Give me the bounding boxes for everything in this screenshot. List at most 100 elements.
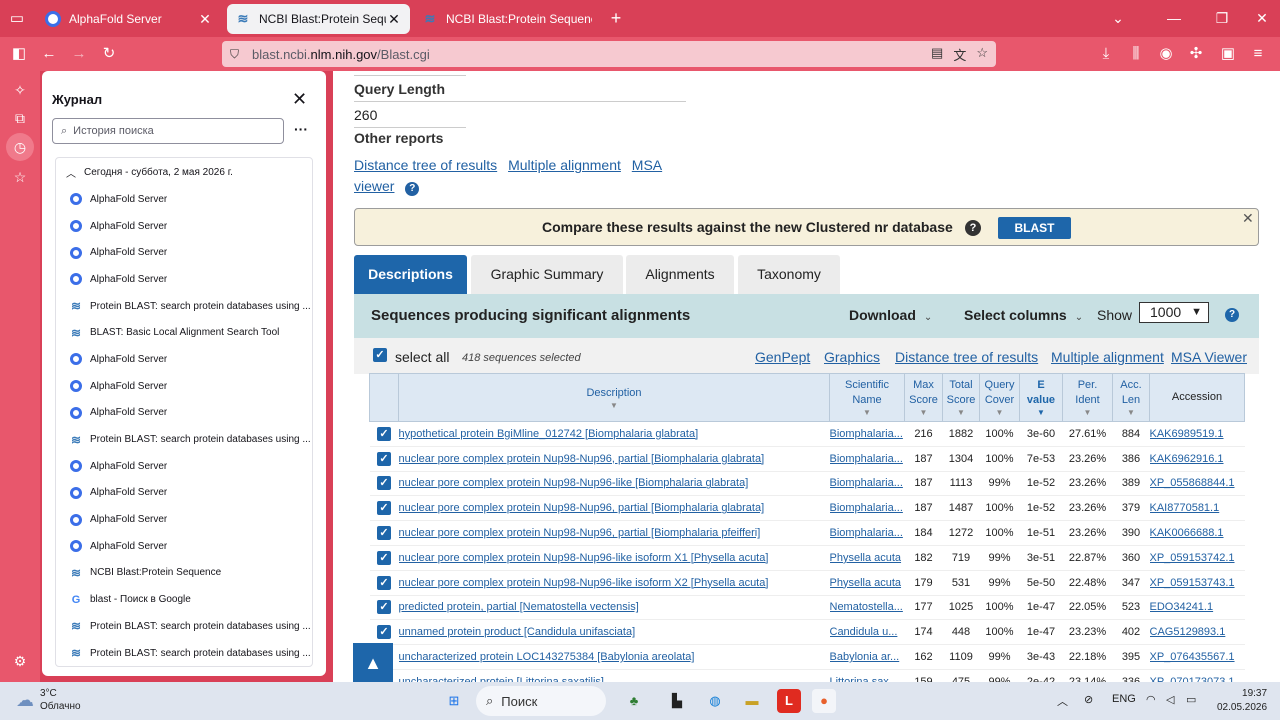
description-link[interactable]: predicted protein, partial [Nematostella… [399, 601, 639, 613]
accession-link[interactable]: CAG5129893.1 [1150, 626, 1226, 638]
description-link[interactable]: nuclear pore complex protein Nup98-Nup96… [399, 477, 749, 489]
file-explorer-icon[interactable]: ▬ [740, 689, 764, 713]
wifi-icon[interactable]: ◠ [1146, 693, 1156, 706]
tab-alphafold[interactable]: AlphaFold Server ✕ [37, 4, 221, 34]
taskbar-search[interactable]: ⌕ Поиск [476, 686, 606, 716]
select-all-label[interactable]: select all [395, 349, 449, 365]
bookmark-star-icon[interactable]: ☆ [976, 45, 988, 64]
translate-icon[interactable]: 文 [953, 45, 966, 64]
show-count-select[interactable]: 1000 ▼ [1139, 302, 1209, 323]
accession-link[interactable]: XP_055868844.1 [1150, 477, 1235, 489]
volume-icon[interactable]: ◁ [1166, 693, 1174, 706]
msa-viewer-link[interactable]: MSA Viewer [1171, 349, 1247, 365]
description-link[interactable]: unnamed protein product [Candidula unifa… [399, 626, 636, 638]
description-column-header[interactable]: Description ▼ [398, 373, 830, 422]
bookmarks-star-icon[interactable]: ☆ [10, 167, 30, 187]
blast-button[interactable]: BLAST [998, 217, 1071, 239]
firefox-icon[interactable]: ● [812, 689, 836, 713]
description-link[interactable]: nuclear pore complex protein Nup98-Nup96… [399, 527, 761, 539]
distance-tree-link[interactable]: Distance tree of results [895, 349, 1038, 365]
download-dropdown[interactable]: Download ⌄ [849, 307, 932, 323]
menu-icon[interactable]: ≡ [1248, 44, 1268, 64]
accession-link[interactable]: KAI8770581.1 [1150, 502, 1220, 514]
scientific-name-link[interactable]: Physella acuta [830, 577, 902, 589]
minimize-icon[interactable]: — [1164, 8, 1184, 28]
settings-gear-icon[interactable]: ⚙ [10, 651, 30, 671]
history-search-input[interactable]: ⌕ История поиска [52, 118, 284, 144]
select-columns-dropdown[interactable]: Select columns ⌄ [964, 307, 1083, 323]
history-item[interactable]: ≋ BLAST: Basic Local Alignment Search Too… [56, 319, 312, 346]
scientific-name-link[interactable]: Babylonia ar... [830, 651, 900, 663]
edge-browser-icon[interactable]: ◍ [703, 689, 727, 713]
scientific-name-link[interactable]: Candidula u... [830, 626, 898, 638]
scientific-name-link[interactable]: Biomphalaria... [830, 527, 903, 539]
tray-app-icon[interactable]: ⊘ [1084, 693, 1093, 706]
close-window-icon[interactable]: ✕ [1252, 8, 1272, 28]
row-checkbox[interactable]: ✓ [377, 426, 391, 441]
downloads-icon[interactable]: ⤓ [1096, 44, 1116, 64]
language-indicator[interactable]: ENG [1112, 693, 1136, 705]
scientific-name-link[interactable]: Biomphalaria... [830, 477, 903, 489]
close-icon[interactable]: ✕ [1242, 210, 1254, 227]
tab-alignments[interactable]: Alignments [626, 255, 734, 294]
genpept-link[interactable]: GenPept [755, 349, 810, 365]
history-item[interactable]: AlphaFold Server [56, 266, 312, 293]
tab-ncbi-blast[interactable]: ≋ NCBI Blast:Protein Sequence [414, 4, 600, 34]
row-checkbox[interactable]: ✓ [377, 575, 391, 590]
description-link[interactable]: uncharacterized protein LOC143275384 [Ba… [399, 651, 695, 663]
history-item[interactable]: AlphaFold Server [56, 213, 312, 240]
scientific-name-column-header[interactable]: Scientific Name ▼ [829, 373, 905, 422]
scientific-name-link[interactable]: Nematostella... [830, 601, 903, 613]
library-icon[interactable]: ⫼ [1126, 44, 1146, 64]
history-item[interactable]: ≋ NCBI Blast:Protein Sequence [56, 560, 312, 587]
scientific-name-link[interactable]: Physella acuta [830, 552, 902, 564]
query-cover-column-header[interactable]: Query Cover ▼ [979, 373, 1020, 422]
accession-link[interactable]: KAK6989519.1 [1150, 428, 1224, 440]
new-tab-icon[interactable]: + [606, 8, 626, 28]
history-item[interactable]: AlphaFold Server [56, 186, 312, 213]
back-icon[interactable]: ← [39, 44, 59, 64]
tab-graphic-summary[interactable]: Graphic Summary [471, 255, 623, 294]
accession-link[interactable]: XP_059153743.1 [1150, 577, 1235, 589]
close-icon[interactable]: ✕ [292, 89, 307, 110]
history-item[interactable]: ≋ Protein BLAST: search protein databases… [56, 293, 312, 320]
total-score-column-header[interactable]: Total Score ▼ [942, 373, 980, 422]
tab-overview-icon[interactable]: ▭ [7, 9, 27, 29]
extensions-icon[interactable]: ✣ [1186, 44, 1206, 64]
e-value-column-header[interactable]: Evalue ▼ [1019, 373, 1063, 422]
description-link[interactable]: nuclear pore complex protein Nup98-Nup96… [399, 502, 765, 514]
select-all-checkbox[interactable]: ✓ [373, 348, 387, 362]
row-checkbox[interactable]: ✓ [377, 476, 391, 491]
app-l-icon[interactable]: L [777, 689, 801, 713]
row-checkbox[interactable]: ✓ [377, 526, 391, 541]
forward-icon[interactable]: → [69, 44, 89, 64]
description-link[interactable]: nuclear pore complex protein Nup98-Nup96… [399, 552, 769, 564]
accession-link[interactable]: XP_076435567.1 [1150, 651, 1235, 663]
more-options-icon[interactable]: ··· [294, 121, 308, 137]
reader-view-icon[interactable]: ▤ [931, 45, 943, 64]
distance-tree-link[interactable]: Distance tree of results [354, 157, 497, 173]
sidebar-toggle-icon[interactable]: ◧ [9, 44, 29, 64]
graphics-link[interactable]: Graphics [824, 349, 880, 365]
history-item[interactable]: AlphaFold Server [56, 453, 312, 480]
scientific-name-link[interactable]: Biomphalaria... [830, 453, 903, 465]
chevron-up-icon[interactable]: ︿ [1057, 693, 1068, 709]
synced-tabs-icon[interactable]: ⧉ [10, 108, 30, 128]
history-icon[interactable]: ◷ [6, 133, 34, 161]
accession-link[interactable]: EDO34241.1 [1150, 601, 1214, 613]
reload-icon[interactable]: ↻ [99, 44, 119, 64]
multiple-alignment-link[interactable]: Multiple alignment [1051, 349, 1164, 365]
close-tab-icon[interactable]: ✕ [197, 11, 213, 28]
tab-taxonomy[interactable]: Taxonomy [738, 255, 840, 294]
per-ident-column-header[interactable]: Per. Ident ▼ [1062, 373, 1113, 422]
extension-blue-icon[interactable]: ▣ [1218, 44, 1238, 64]
scientific-name-link[interactable]: Biomphalaria... [830, 502, 903, 514]
description-link[interactable]: hypothetical protein BgiMline_012742 [Bi… [399, 428, 699, 440]
description-link[interactable]: nuclear pore complex protein Nup98-Nup96… [399, 577, 769, 589]
row-checkbox[interactable]: ✓ [377, 451, 391, 466]
tab-ncbi-blast-active[interactable]: ≋ NCBI Blast:Protein Sequence ✕ [227, 4, 410, 34]
task-view-icon[interactable]: ▙ [665, 689, 689, 713]
accession-link[interactable]: KAK6962916.1 [1150, 453, 1224, 465]
history-item[interactable]: AlphaFold Server [56, 506, 312, 533]
description-link[interactable]: nuclear pore complex protein Nup98-Nup96… [399, 453, 765, 465]
